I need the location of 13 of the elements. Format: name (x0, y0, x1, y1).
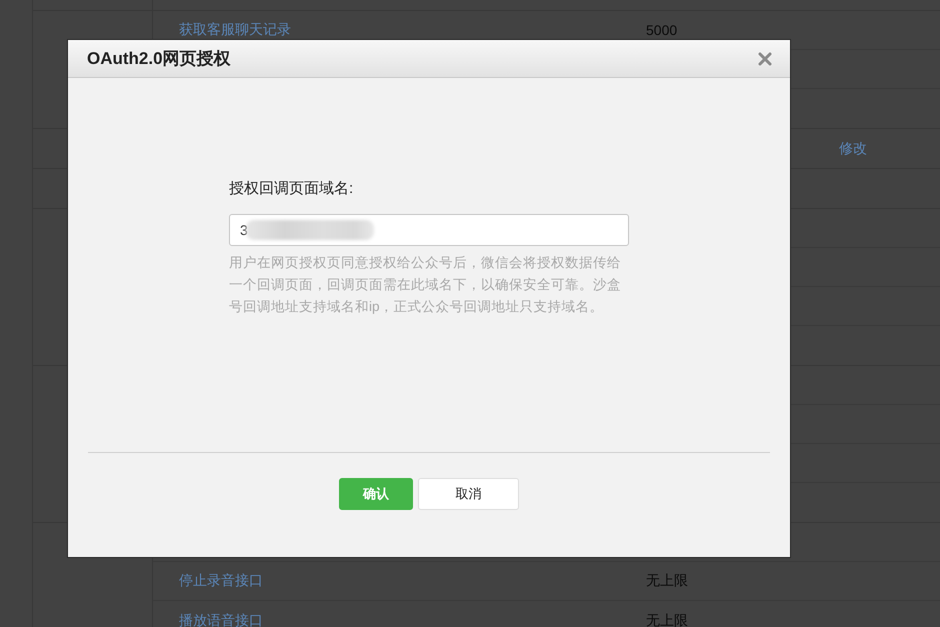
close-icon[interactable] (758, 52, 772, 66)
dialog-title: OAuth2.0网页授权 (87, 48, 231, 70)
edit-link[interactable]: 修改 (839, 140, 867, 158)
confirm-button[interactable]: 确认 (339, 478, 413, 510)
limit-value: 无上限 (646, 572, 688, 590)
cancel-button[interactable]: 取消 (418, 478, 519, 510)
api-link[interactable]: 播放语音接口 (179, 612, 263, 627)
api-link[interactable]: 获取客服聊天记录 (179, 21, 291, 37)
hint-text: 用户在网页授权页同意授权给公众号后，微信会将授权数据传给一个回调页面，回调页面需在此域名下，以确保安全可靠。沙盒号回调地址支持域名和ip，正式公众号回调地址只支持域名。 (229, 254, 622, 316)
limit-value: 无上限 (646, 612, 688, 627)
field-label: 授权回调页面域名: (229, 179, 354, 199)
api-link[interactable]: 停止录音接口 (179, 572, 263, 588)
limit-value: 5000 (646, 22, 678, 38)
